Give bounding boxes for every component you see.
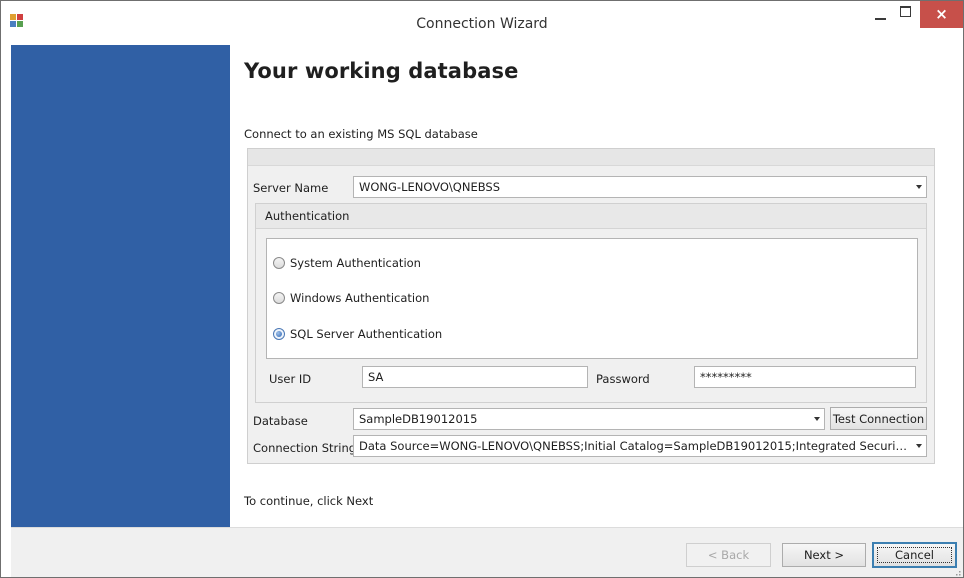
window-title: Connection Wizard xyxy=(416,16,548,32)
connection-wizard-window: Connection Wizard × Your working databas… xyxy=(0,0,964,578)
focus-outline xyxy=(877,547,952,563)
cancel-button[interactable]: Cancel xyxy=(872,542,957,568)
wizard-footer: < Back Next > Cancel xyxy=(11,527,963,577)
chevron-down-icon[interactable] xyxy=(916,444,922,448)
radio-button[interactable] xyxy=(273,257,285,269)
chevron-down-icon[interactable] xyxy=(814,417,820,421)
user-id-value: SA xyxy=(368,370,384,384)
test-connection-button[interactable]: Test Connection xyxy=(830,407,927,430)
resize-grip-icon[interactable] xyxy=(953,568,961,576)
connection-group-header xyxy=(248,149,934,166)
title-bar: Connection Wizard × xyxy=(1,1,963,44)
connection-string-label: Connection String xyxy=(253,441,357,455)
database-label: Database xyxy=(253,414,308,428)
minimize-button[interactable] xyxy=(867,1,893,27)
radio-button[interactable] xyxy=(273,292,285,304)
connection-string-value: Data Source=WONG-LENOVO\QNEBSS;Initial C… xyxy=(359,439,926,453)
connection-group: Server Name WONG-LENOVO\QNEBSS Authentic… xyxy=(247,148,935,464)
database-combo[interactable]: SampleDB19012015 xyxy=(353,408,825,430)
radio-label: Windows Authentication xyxy=(290,291,430,305)
database-value: SampleDB19012015 xyxy=(359,412,478,426)
minimize-icon xyxy=(875,18,886,20)
authentication-options: System Authentication Windows Authentica… xyxy=(266,238,918,359)
server-name-combo[interactable]: WONG-LENOVO\QNEBSS xyxy=(353,176,927,198)
server-name-value: WONG-LENOVO\QNEBSS xyxy=(359,180,501,194)
back-button[interactable]: < Back xyxy=(686,543,771,567)
server-name-label: Server Name xyxy=(253,181,329,195)
wizard-side-panel xyxy=(11,45,230,527)
authentication-group: Authentication System Authentication Win… xyxy=(255,203,927,403)
password-input[interactable]: ********* xyxy=(694,366,916,388)
wizard-content: Your working database Connect to an exis… xyxy=(230,45,963,527)
user-id-label: User ID xyxy=(269,372,312,386)
close-icon: × xyxy=(935,5,948,23)
radio-label: SQL Server Authentication xyxy=(290,327,443,341)
radio-label: System Authentication xyxy=(290,256,421,270)
chevron-down-icon[interactable] xyxy=(916,185,922,189)
password-label: Password xyxy=(596,372,650,386)
connection-string-combo[interactable]: Data Source=WONG-LENOVO\QNEBSS;Initial C… xyxy=(353,435,927,457)
radio-button-checked[interactable] xyxy=(273,328,285,340)
authentication-caption-bar: Authentication xyxy=(256,204,926,229)
user-id-input[interactable]: SA xyxy=(362,366,588,388)
close-button[interactable]: × xyxy=(920,1,963,28)
page-subtitle: Connect to an existing MS SQL database xyxy=(244,127,478,141)
page-title: Your working database xyxy=(244,59,519,83)
authentication-caption: Authentication xyxy=(265,209,350,223)
next-button[interactable]: Next > xyxy=(782,543,866,567)
continue-hint: To continue, click Next xyxy=(244,494,374,508)
maximize-icon xyxy=(900,6,911,17)
maximize-button[interactable] xyxy=(893,1,919,27)
password-value: ********* xyxy=(700,370,752,384)
